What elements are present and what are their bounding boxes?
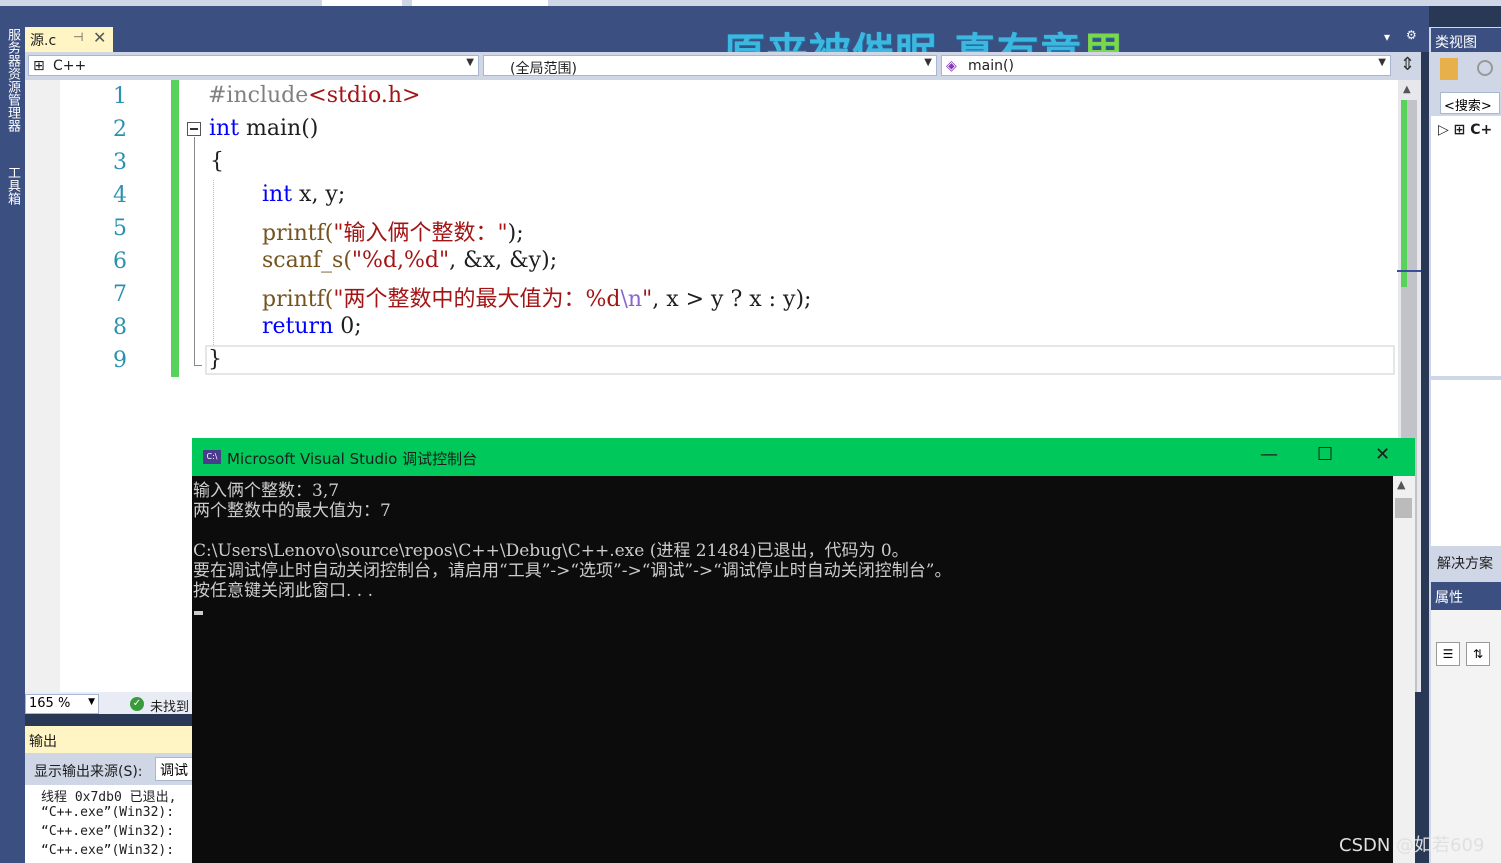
chevron-down-icon: ▼ <box>924 57 932 68</box>
scrollbar-caret-marker <box>1397 270 1421 272</box>
console-scrollbar[interactable] <box>1393 476 1415 863</box>
line-number: 5 <box>113 216 127 241</box>
output-line: 线程 0x7db0 已退出, <box>41 790 177 805</box>
line-number: 1 <box>113 84 127 109</box>
tab-overflow-icon[interactable]: ▾ <box>1384 30 1390 44</box>
member-label: main() <box>968 58 1014 74</box>
scroll-up-icon[interactable]: ▲ <box>1403 84 1411 95</box>
pin-icon[interactable]: ⊣ <box>73 30 83 44</box>
zoom-dropdown[interactable]: 165 % ▼ <box>25 694 99 714</box>
navigation-bar: ⊞ C++ ▼ (全局范围) ▼ ◈ main() ▼ <box>25 52 1421 80</box>
console-title: Microsoft Visual Studio 调试控制台 <box>227 450 478 468</box>
cpp-project-icon: ⊞ <box>33 58 45 74</box>
output-source-value: 调试 <box>160 763 188 779</box>
project-label: C++ <box>53 58 87 74</box>
member-dropdown[interactable]: ◈ main() ▼ <box>941 55 1391 76</box>
line-number: 4 <box>113 183 127 208</box>
server-explorer-tab[interactable]: 服务器资源管理器 <box>2 28 22 132</box>
console-scrollbar-thumb[interactable] <box>1395 498 1412 518</box>
chevron-right-icon: ▷ <box>1438 122 1449 138</box>
output-line: “C++.exe”(Win32): <box>41 824 175 839</box>
solution-tab-label: 解决方案 <box>1437 556 1493 572</box>
output-line: “C++.exe”(Win32): <box>41 805 175 820</box>
console-app-icon: C:\ <box>203 450 221 464</box>
minimize-icon[interactable]: — <box>1260 444 1278 465</box>
document-tab[interactable]: 源.c ⊣ ✕ <box>25 27 113 52</box>
line-number: 9 <box>113 348 127 373</box>
maximize-icon[interactable]: ☐ <box>1317 444 1333 465</box>
change-tracking-bar <box>171 80 179 377</box>
code-line-8[interactable]: return 0; <box>262 314 362 339</box>
code-line-9[interactable]: } <box>208 347 222 372</box>
output-source-label: 显示输出来源(S): <box>34 764 143 780</box>
output-line: “C++.exe”(Win32): <box>41 843 175 858</box>
line-number: 7 <box>113 282 127 307</box>
sort-alpha-icon[interactable]: ⇅ <box>1466 642 1490 666</box>
properties-header[interactable]: 属性 <box>1431 582 1501 610</box>
output-panel-header[interactable]: 输出 <box>25 726 195 753</box>
code-line-5[interactable]: printf("输入俩个整数："); <box>262 215 524 247</box>
csdn-credit: CSDN @如若609 <box>1339 835 1485 856</box>
back-icon[interactable] <box>1477 60 1493 76</box>
cpp-project-icon: ⊞ <box>1453 122 1466 138</box>
fold-line <box>194 137 195 365</box>
categorized-icon[interactable]: ☰ <box>1436 642 1460 666</box>
console-cursor <box>194 611 203 615</box>
console-line: 两个整数中的最大值为：7 <box>193 501 391 521</box>
document-tab-title: 源.c <box>30 33 57 49</box>
properties-title: 属性 <box>1435 590 1463 606</box>
left-tool-strip: 服务器资源管理器 工具箱 <box>0 6 25 863</box>
scrollbar-change-marker <box>1401 100 1407 287</box>
output-title: 输出 <box>29 734 57 750</box>
code-line-4[interactable]: int x, y; <box>262 182 345 207</box>
code-line-7[interactable]: printf("两个整数中的最大值为：%d\n", x > y ? x : y)… <box>262 281 811 313</box>
collapse-icon[interactable] <box>187 122 201 136</box>
function-icon: ◈ <box>946 58 957 74</box>
new-folder-icon[interactable] <box>1440 58 1458 80</box>
project-dropdown[interactable]: ⊞ C++ ▼ <box>28 55 479 76</box>
zoom-value: 165 % <box>29 696 71 711</box>
issues-status[interactable]: 未找到 <box>150 696 189 715</box>
fold-line-end <box>194 365 202 366</box>
gear-icon[interactable]: ⚙ <box>1406 28 1417 42</box>
search-placeholder: <搜索> <box>1444 99 1492 114</box>
close-icon[interactable]: ✕ <box>93 28 106 47</box>
close-icon[interactable]: ✕ <box>1375 444 1390 465</box>
indent-guide <box>213 180 214 345</box>
chevron-down-icon: ▼ <box>1378 57 1386 68</box>
line-number: 2 <box>113 117 127 142</box>
line-number: 3 <box>113 150 127 175</box>
class-view-members <box>1431 380 1501 546</box>
line-number: 6 <box>113 249 127 274</box>
line-number: 8 <box>113 315 127 340</box>
scope-label: (全局范围) <box>510 61 577 77</box>
chevron-down-icon: ▼ <box>466 57 474 68</box>
tree-item-project[interactable]: ▷ ⊞ C+ <box>1438 122 1492 138</box>
code-line-3[interactable]: { <box>210 149 224 174</box>
class-view-title: 类视图 <box>1435 35 1477 51</box>
split-editor-icon[interactable]: ⇕ <box>1400 54 1415 75</box>
editor-gutter <box>25 80 60 692</box>
current-line-highlight <box>205 345 1395 375</box>
scope-dropdown[interactable]: (全局范围) ▼ <box>483 55 937 77</box>
class-view-search-input[interactable]: <搜索> <box>1440 92 1500 114</box>
code-line-6[interactable]: scanf_s("%d,%d", &x, &y); <box>262 248 557 273</box>
code-line-2[interactable]: int main() <box>209 116 318 141</box>
class-view-tree[interactable] <box>1431 116 1501 376</box>
check-icon: ✓ <box>130 697 144 711</box>
tree-item-label: C+ <box>1470 122 1493 138</box>
console-line: 按任意键关闭此窗口. . . <box>193 581 374 601</box>
solution-explorer-tab[interactable]: 解决方案 <box>1431 549 1501 575</box>
output-source-dropdown[interactable]: 调试 <box>155 757 195 781</box>
code-line-1[interactable]: #include<stdio.h> <box>208 83 420 108</box>
scroll-up-icon[interactable]: ▲ <box>1397 478 1405 491</box>
toolbox-tab[interactable]: 工具箱 <box>2 166 22 205</box>
chevron-down-icon: ▼ <box>88 697 95 707</box>
class-view-header[interactable]: 类视图 <box>1431 28 1501 52</box>
